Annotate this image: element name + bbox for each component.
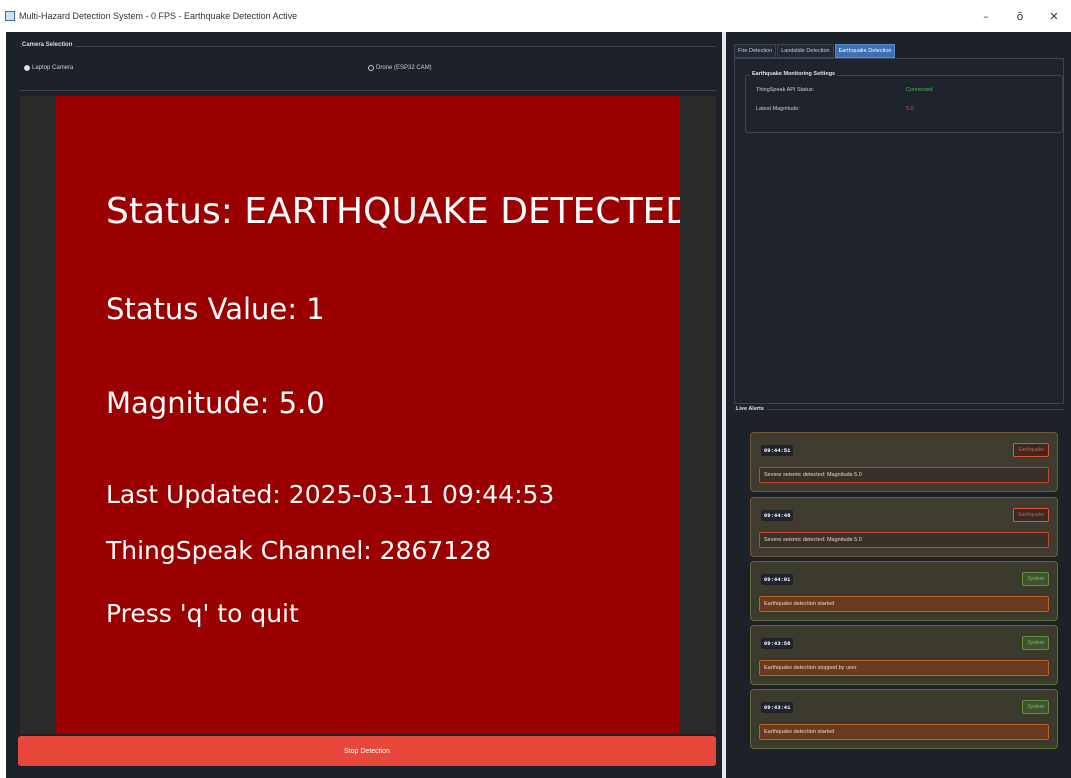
magnitude-text: Magnitude: 5.0: [106, 386, 325, 420]
alert-card: 09:43:41 System Earthquake detection sta…: [750, 689, 1058, 749]
alert-time: 09:44:01: [761, 574, 794, 585]
earthquake-settings-group: Earthquake Monitoring Settings ThingSpea…: [745, 71, 1063, 133]
stop-detection-button[interactable]: Stop Detection: [18, 736, 716, 766]
window-title: Multi-Hazard Detection System - 0 FPS - …: [19, 11, 298, 21]
api-status-value: Connected: [906, 87, 933, 93]
quit-hint-text: Press 'q' to quit: [106, 599, 299, 628]
drone-camera-label: Drone (ESP32 CAM): [376, 65, 432, 71]
app-window: Camera Selection Laptop Camera Drone (ES…: [6, 32, 1071, 778]
alert-card: 09:44:51 Earthquake Severe seismic detec…: [750, 432, 1058, 492]
laptop-camera-radio[interactable]: Laptop Camera: [24, 65, 73, 71]
video-feed: Status: EARTHQUAKE DETECTED Status Value…: [56, 96, 680, 734]
detection-tabs: Fire Detection Landslide Detection Earth…: [734, 44, 896, 58]
latest-magnitude-label: Latest Magnitude:: [756, 106, 800, 112]
alert-time: 09:43:41: [761, 702, 794, 713]
drone-camera-radio[interactable]: Drone (ESP32 CAM): [368, 65, 432, 71]
alert-type-badge: System: [1022, 572, 1049, 586]
earthquake-tab-content: Earthquake Monitoring Settings ThingSpea…: [734, 58, 1064, 404]
divider: [20, 90, 716, 91]
camera-panel: Camera Selection Laptop Camera Drone (ES…: [6, 32, 722, 778]
settings-group-label: Earthquake Monitoring Settings: [750, 71, 838, 77]
alert-type-badge: Earthquake: [1013, 443, 1049, 457]
status-value-text: Status Value: 1: [106, 292, 325, 326]
alert-message: Severe seismic detected: Magnitude 5.0: [759, 467, 1049, 483]
alert-message: Earthquake detection started: [759, 724, 1049, 740]
alert-card: 09:44:48 Earthquake Severe seismic detec…: [750, 497, 1058, 557]
tab-earthquake-detection[interactable]: Earthquake Detection: [834, 44, 896, 58]
alert-message: Earthquake detection started: [759, 596, 1049, 612]
alert-message: Earthquake detection stopped by user: [759, 660, 1049, 676]
api-status-label: ThingSpeak API Status:: [756, 87, 815, 93]
alert-card: 09:43:58 System Earthquake detection sto…: [750, 625, 1058, 685]
channel-text: ThingSpeak Channel: 2867128: [106, 536, 491, 565]
radio-selected-icon: [24, 65, 30, 71]
alert-type-badge: Earthquake: [1013, 508, 1049, 522]
close-button[interactable]: ✕: [1037, 0, 1071, 32]
app-icon: [5, 11, 15, 21]
tab-fire-detection[interactable]: Fire Detection: [734, 44, 777, 58]
live-alerts-label: Live Alerts: [736, 406, 767, 412]
window-controls: – ō ✕: [969, 0, 1071, 32]
live-alerts-panel: Live Alerts 09:44:51 Earthquake Severe s…: [734, 406, 1064, 771]
title-bar: Multi-Hazard Detection System - 0 FPS - …: [0, 0, 1071, 32]
alert-type-badge: System: [1022, 700, 1049, 714]
maximize-button[interactable]: ō: [1003, 0, 1037, 32]
alert-time: 09:44:51: [761, 445, 794, 456]
video-feed-frame: Status: EARTHQUAKE DETECTED Status Value…: [20, 96, 716, 734]
radio-unselected-icon: [368, 65, 374, 71]
minimize-button[interactable]: –: [969, 0, 1003, 32]
camera-selection-label: Camera Selection: [22, 42, 76, 48]
alert-message: Severe seismic detected: Magnitude 5.0: [759, 532, 1049, 548]
last-updated-text: Last Updated: 2025-03-11 09:44:53: [106, 480, 555, 509]
alert-type-badge: System: [1022, 636, 1049, 650]
alert-time: 09:44:48: [761, 510, 794, 521]
alert-card: 09:44:01 System Earthquake detection sta…: [750, 561, 1058, 621]
camera-selection-group: Camera Selection Laptop Camera Drone (ES…: [20, 42, 716, 96]
tab-landslide-detection[interactable]: Landslide Detection: [777, 44, 834, 58]
status-text: Status: EARTHQUAKE DETECTED: [106, 191, 680, 232]
laptop-camera-label: Laptop Camera: [32, 65, 74, 71]
latest-magnitude-value: 5.0: [906, 106, 914, 112]
alert-time: 09:43:58: [761, 638, 794, 649]
detection-panel: Fire Detection Landslide Detection Earth…: [726, 32, 1071, 778]
